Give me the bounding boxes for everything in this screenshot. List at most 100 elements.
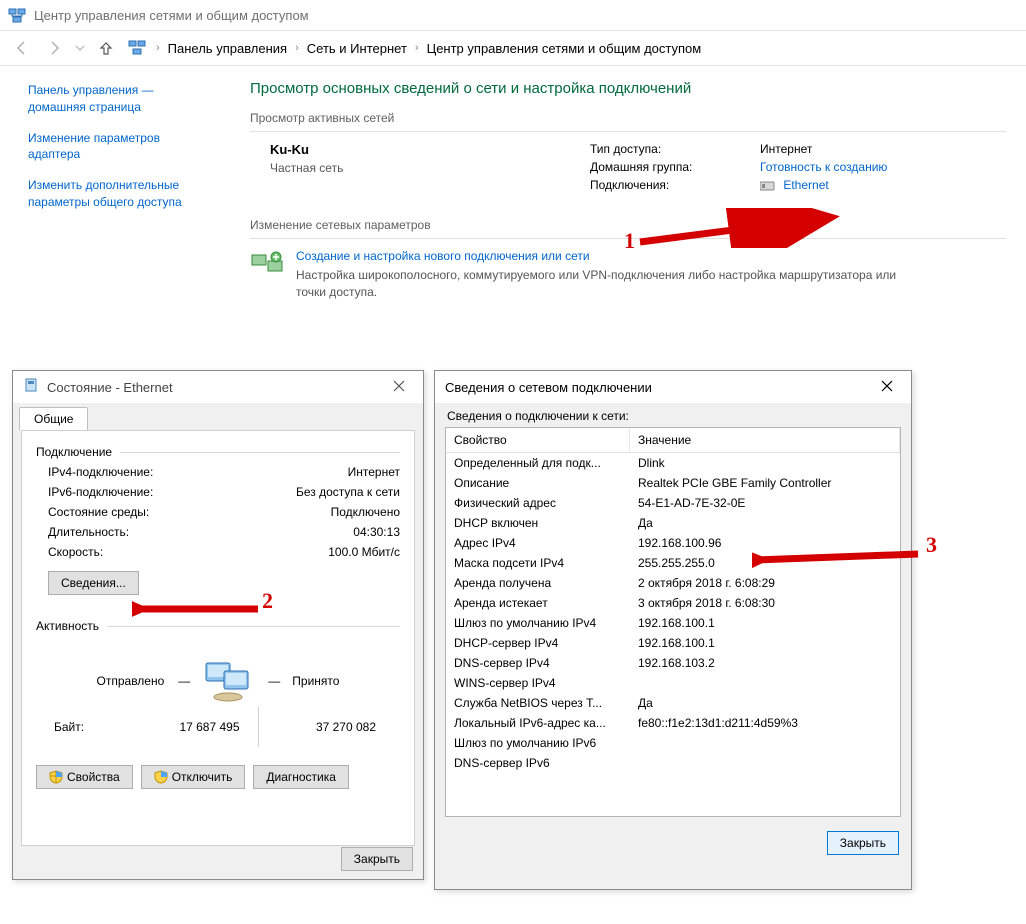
details-row[interactable]: ОписаниеRealtek PCIe GBE Family Controll… — [446, 473, 900, 493]
active-network-row: Ku-Ku Частная сеть Тип доступа: Интернет… — [250, 142, 1006, 192]
chevron-right-icon: › — [150, 42, 166, 54]
nav-forward-button[interactable] — [40, 34, 68, 62]
details-row[interactable]: DNS-сервер IPv6 — [446, 753, 900, 773]
tab-general[interactable]: Общие — [19, 407, 88, 430]
sent-bytes: 17 687 495 — [122, 720, 258, 734]
details-row[interactable]: Адрес IPv4192.168.100.96 — [446, 533, 900, 553]
shield-icon — [154, 770, 168, 784]
breadcrumb-item[interactable]: Сеть и Интернет — [305, 41, 409, 56]
breadcrumb-item[interactable]: Панель управления — [166, 41, 289, 56]
property-cell: Адрес IPv4 — [446, 533, 630, 553]
setup-connection-row: Создание и настройка нового подключения … — [250, 249, 1006, 301]
activity-monitors-icon — [202, 655, 254, 707]
col-value[interactable]: Значение — [630, 428, 900, 452]
nav-back-button[interactable] — [8, 34, 36, 62]
property-cell: Служба NetBIOS через T... — [446, 693, 630, 713]
chevron-right-icon: › — [409, 42, 425, 54]
details-row[interactable]: Служба NetBIOS через T...Да — [446, 693, 900, 713]
left-link-home[interactable]: Панель управления — домашняя страница — [28, 82, 214, 116]
value-cell: 192.168.103.2 — [630, 653, 900, 673]
col-property[interactable]: Свойство — [446, 428, 630, 452]
property-cell: Локальный IPv6-адрес ка... — [446, 713, 630, 733]
details-list[interactable]: Свойство Значение Определенный для подк.… — [445, 427, 901, 817]
value-cell: Да — [630, 513, 900, 533]
access-type-value: Интернет — [760, 142, 887, 156]
bytes-label: Байт: — [42, 720, 122, 734]
details-row[interactable]: DHCP-сервер IPv4192.168.100.1 — [446, 633, 900, 653]
annotation-number-2: 2 — [262, 588, 273, 614]
setup-connection-link[interactable]: Создание и настройка нового подключения … — [296, 249, 916, 263]
value-cell — [630, 733, 900, 753]
details-row[interactable]: Определенный для подк...Dlink — [446, 453, 900, 473]
annotation-number-1: 1 — [624, 228, 635, 254]
property-cell: Определенный для подк... — [446, 453, 630, 473]
property-cell: Физический адрес — [446, 493, 630, 513]
connections-label: Подключения: — [590, 178, 760, 192]
network-center-icon — [8, 6, 26, 24]
setup-connection-icon — [250, 249, 286, 281]
left-link-adapter-settings[interactable]: Изменение параметров адаптера — [28, 130, 214, 164]
left-nav-pane: Панель управления — домашняя страница Из… — [0, 66, 230, 396]
ipv4-conn-value: Интернет — [348, 465, 400, 479]
value-cell: Realtek PCIe GBE Family Controller — [630, 473, 900, 493]
details-row[interactable]: Аренда получена2 октября 2018 г. 6:08:29 — [446, 573, 900, 593]
details-row[interactable]: WINS-сервер IPv4 — [446, 673, 900, 693]
diagnose-button[interactable]: Диагностика — [253, 765, 349, 789]
ethernet-connection-link[interactable]: Ethernet — [783, 178, 828, 192]
received-label: Принято — [292, 674, 339, 688]
property-cell: DNS-сервер IPv6 — [446, 753, 630, 773]
details-row[interactable]: Маска подсети IPv4255.255.255.0 — [446, 553, 900, 573]
property-cell: Аренда получена — [446, 573, 630, 593]
details-row[interactable]: Аренда истекает3 октября 2018 г. 6:08:30 — [446, 593, 900, 613]
access-type-label: Тип доступа: — [590, 142, 760, 156]
property-cell: WINS-сервер IPv4 — [446, 673, 630, 693]
property-cell: Аренда истекает — [446, 593, 630, 613]
details-button[interactable]: Сведения... — [48, 571, 139, 595]
close-button[interactable] — [379, 373, 419, 399]
details-row[interactable]: Шлюз по умолчанию IPv6 — [446, 733, 900, 753]
breadcrumb-item[interactable]: Центр управления сетями и общим доступом — [425, 41, 704, 56]
value-cell: 192.168.100.96 — [630, 533, 900, 553]
connection-info: IPv4-подключение:Интернет IPv6-подключен… — [48, 465, 400, 559]
property-cell: Описание — [446, 473, 630, 493]
left-link-advanced-sharing[interactable]: Изменить дополнительные параметры общего… — [28, 177, 214, 211]
nav-bar: › Панель управления › Сеть и Интернет › … — [0, 30, 1026, 66]
details-row[interactable]: Шлюз по умолчанию IPv4192.168.100.1 — [446, 613, 900, 633]
details-row[interactable]: DHCP включенДа — [446, 513, 900, 533]
value-cell — [630, 673, 900, 693]
duration-value: 04:30:13 — [353, 525, 400, 539]
properties-button[interactable]: Свойства — [36, 765, 133, 789]
media-state-value: Подключено — [331, 505, 400, 519]
close-button[interactable]: Закрыть — [827, 831, 899, 855]
value-cell — [630, 753, 900, 773]
homegroup-link[interactable]: Готовность к созданию — [760, 160, 887, 174]
close-button[interactable] — [867, 373, 907, 399]
value-cell: Да — [630, 693, 900, 713]
group-connection: Подключение — [36, 445, 112, 459]
details-row[interactable]: DNS-сервер IPv4192.168.103.2 — [446, 653, 900, 673]
value-cell: 192.168.100.1 — [630, 633, 900, 653]
property-cell: Маска подсети IPv4 — [446, 553, 630, 573]
network-center-icon — [128, 38, 146, 59]
value-cell: 2 октября 2018 г. 6:08:29 — [630, 573, 900, 593]
details-row[interactable]: Локальный IPv6-адрес ка...fe80::f1e2:13d… — [446, 713, 900, 733]
property-cell: Шлюз по умолчанию IPv6 — [446, 733, 630, 753]
value-cell: 192.168.100.1 — [630, 613, 900, 633]
close-button[interactable]: Закрыть — [341, 847, 413, 871]
ipv6-conn-value: Без доступа к сети — [296, 485, 400, 499]
annotation-number-3: 3 — [926, 532, 937, 558]
details-row[interactable]: Физический адрес54-E1-AD-7E-32-0E — [446, 493, 900, 513]
nav-up-button[interactable] — [92, 34, 120, 62]
network-name: Ku-Ku — [270, 142, 590, 157]
nav-recent-dropdown[interactable] — [72, 34, 88, 62]
speed-label: Скорость: — [48, 545, 103, 559]
ethernet-status-dialog: Состояние - Ethernet Общие Подключение I… — [12, 370, 424, 880]
setup-connection-desc: Настройка широкополосного, коммутируемог… — [296, 267, 916, 301]
main-window-title: Центр управления сетями и общим доступом — [34, 8, 309, 23]
value-cell: 3 октября 2018 г. 6:08:30 — [630, 593, 900, 613]
network-type: Частная сеть — [270, 161, 590, 175]
disable-button[interactable]: Отключить — [141, 765, 246, 789]
value-cell: fe80::f1e2:13d1:d211:4d59%3 — [630, 713, 900, 733]
property-cell: Шлюз по умолчанию IPv4 — [446, 613, 630, 633]
ethernet-icon — [760, 180, 776, 192]
